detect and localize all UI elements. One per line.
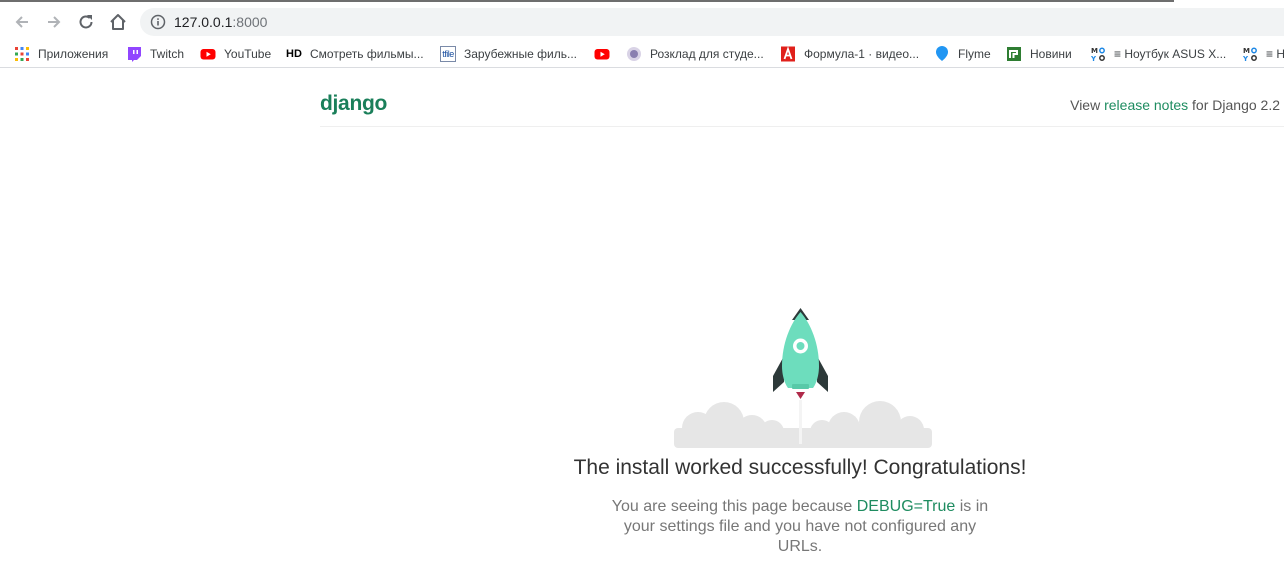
hd-icon: HD (286, 48, 302, 60)
bookmark-twitch[interactable]: Twitch (126, 43, 184, 65)
url-host: 127.0.0.1 (174, 14, 233, 30)
svg-text:Y: Y (1090, 55, 1097, 62)
svg-text:M: M (1243, 47, 1250, 55)
bookmark-label: ≡ Ноутбук ASUS X... (1114, 47, 1227, 61)
bookmarks-bar: Приложения Twitch YouTube HD Смотреть фи… (0, 39, 1284, 68)
bookmark-apps[interactable]: Приложения (14, 43, 108, 65)
home-icon (110, 14, 126, 30)
arrow-right-icon (48, 16, 61, 28)
release-notes-link[interactable]: release notes (1104, 97, 1188, 113)
bookmark-label: Twitch (150, 47, 185, 61)
url-port: :8000 (232, 14, 268, 30)
svg-text:M: M (1091, 47, 1098, 55)
success-headline: The install worked successfully! Congrat… (573, 456, 1027, 479)
mo-icon: MY (1242, 46, 1258, 62)
debug-true-link[interactable]: DEBUG=True (857, 498, 956, 515)
release-notes-text: View release notes for Django 2.2 (1070, 97, 1280, 113)
bookmark-asus[interactable]: MY ≡ Ноутбук ASUS X... (1090, 43, 1226, 65)
bookmark-label: Flyme (958, 47, 991, 61)
flyme-icon (934, 46, 950, 62)
bookmark-label: Зарубежные филь... (464, 47, 577, 61)
university-icon (626, 46, 642, 62)
bookmark-label: Смотреть фильмы... (310, 47, 424, 61)
bookmark-label: Новини (1030, 47, 1072, 61)
bookmark-label: Формула-1 · видео... (804, 47, 920, 61)
address-bar[interactable]: 127.0.0.1:8000 (140, 8, 1284, 36)
arrow-left-icon (15, 16, 28, 28)
debug-description: You are seeing this page because DEBUG=T… (610, 497, 990, 557)
url-text[interactable]: 127.0.0.1:8000 (174, 14, 267, 30)
rocket-icon (674, 308, 932, 448)
home-button[interactable] (106, 10, 130, 34)
mo-icon: MY (1090, 46, 1106, 62)
bookmark-youtube[interactable]: YouTube (200, 43, 271, 65)
formula-icon (780, 46, 796, 62)
twitch-icon (126, 46, 142, 62)
youtube-icon (200, 46, 216, 62)
bookmark-tfile[interactable]: tfile Зарубежные филь... (440, 43, 577, 65)
reload-button[interactable] (74, 10, 98, 34)
desc-prefix: You are seeing this page because (611, 498, 857, 515)
django-logo[interactable]: django (320, 92, 387, 116)
browser-toolbar: 127.0.0.1:8000 (0, 0, 1284, 39)
forward-button[interactable] (42, 10, 66, 34)
tfile-icon: tfile (440, 46, 456, 62)
bookmark-rozklad[interactable]: Розклад для студе... (626, 43, 764, 65)
django-header: django View release notes for Django 2.2 (320, 70, 1284, 127)
release-suffix: for Django 2.2 (1188, 97, 1280, 113)
bookmark-formula[interactable]: Формула-1 · видео... (780, 43, 919, 65)
success-headline-box: The install worked successfully! Congrat… (480, 456, 1120, 486)
rocket-illustration (672, 304, 934, 450)
release-prefix: View (1070, 97, 1105, 113)
bookmark-youtube-2[interactable] (594, 43, 618, 65)
bookmark-label: Розклад для студе... (650, 47, 764, 61)
bookmark-asus-2[interactable]: MY ≡ Н (1242, 43, 1284, 65)
svg-text:Y: Y (1242, 55, 1249, 62)
bookmark-hd-films[interactable]: HD Смотреть фильмы... (286, 43, 424, 65)
bookmark-novyny[interactable]: Новини (1006, 43, 1072, 65)
apps-grid-icon (14, 46, 30, 62)
reload-icon (79, 15, 93, 29)
bookmark-label: YouTube (224, 47, 272, 61)
bookmark-label: ≡ Н (1266, 47, 1284, 61)
info-icon[interactable] (150, 14, 166, 30)
youtube-icon (594, 46, 610, 62)
bookmark-label: Приложения (38, 47, 109, 61)
news-icon (1006, 46, 1022, 62)
bookmark-flyme[interactable]: Flyme (934, 43, 991, 65)
back-button[interactable] (10, 10, 34, 34)
